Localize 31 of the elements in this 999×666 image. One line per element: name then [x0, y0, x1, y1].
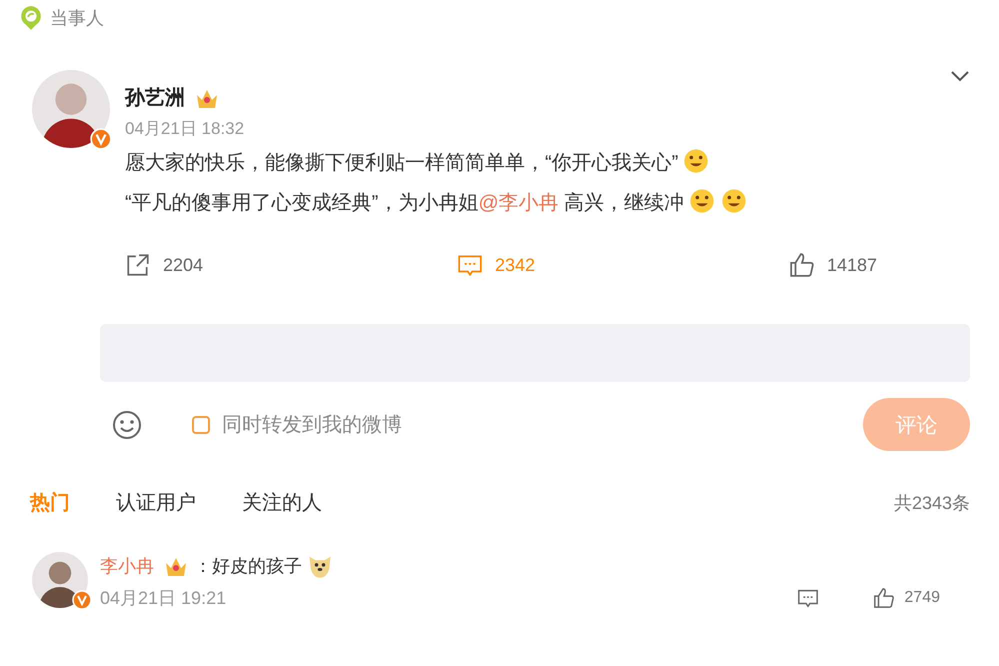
section-label: 当事人: [50, 7, 104, 30]
location-pin-icon: [20, 5, 42, 31]
post-time: 04月21日 18:32: [125, 118, 246, 140]
smiling-face-icon: [682, 147, 710, 175]
verified-badge-icon: [90, 128, 112, 150]
comment-icon[interactable]: [796, 587, 820, 609]
filter-tab[interactable]: 热门: [30, 489, 70, 516]
action-count: 14187: [827, 254, 878, 276]
filter-tab[interactable]: 认证用户: [116, 489, 196, 516]
thumbs-up-icon[interactable]: [872, 587, 896, 609]
post-text: “平凡的傻事用了心变成经典”，为小冉姐@李小冉 高兴，继续冲: [125, 186, 970, 220]
commenter-name[interactable]: 李小冉: [100, 554, 154, 578]
share-icon[interactable]: [125, 252, 151, 278]
smiling-face-icon: [720, 187, 748, 215]
verified-badge-icon: [72, 590, 92, 610]
comment-time: 04月21日 19:21: [100, 587, 226, 610]
filter-tab[interactable]: 关注的人: [242, 489, 322, 516]
comment-text: ：好皮的孩子: [194, 555, 302, 578]
repost-option-label[interactable]: 同时转发到我的微博: [222, 411, 402, 438]
post-text: 愿大家的快乐，能像撕下便利贴一样简简单单，“你开心我关心”: [125, 146, 970, 180]
smiling-face-icon: [688, 187, 716, 215]
smiley-icon[interactable]: [112, 410, 142, 440]
thumbs-up-icon[interactable]: [789, 252, 815, 278]
checkbox[interactable]: [192, 416, 210, 434]
mention-link[interactable]: @李小冉: [478, 192, 559, 214]
action-count: 2342: [495, 254, 536, 276]
comment-total: 共2343条: [894, 492, 970, 514]
author-name[interactable]: 孙艺洲: [125, 84, 185, 111]
like-count: 2749: [904, 589, 940, 607]
action-count: 2204: [163, 254, 204, 276]
chevron-down-icon[interactable]: [950, 70, 970, 82]
